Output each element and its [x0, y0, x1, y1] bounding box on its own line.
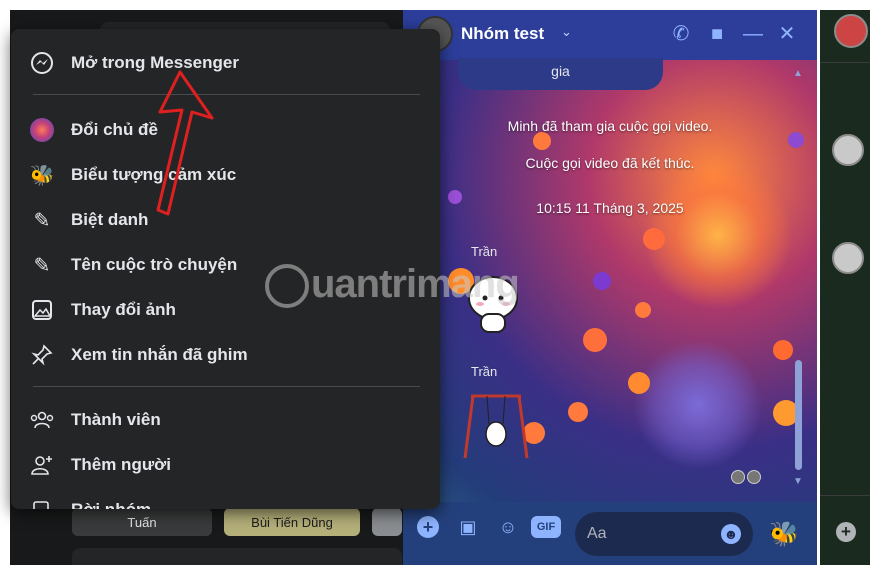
menu-item-emoji[interactable]: 🐝 Biểu tượng cảm xúc — [27, 157, 423, 193]
avatar — [731, 470, 745, 484]
image-icon[interactable]: ▣ — [457, 516, 479, 538]
bee-reaction-icon[interactable]: 🐝 — [769, 520, 799, 549]
scroll-down-icon[interactable]: ▼ — [793, 476, 803, 487]
divider — [820, 62, 870, 63]
avatar[interactable] — [834, 14, 868, 48]
chat-header: Nhóm test ⌄ ✆ ■ — ✕ — [403, 10, 817, 60]
sticker-icon[interactable]: ☺ — [497, 516, 519, 538]
menu-item-members[interactable]: Thành viên — [27, 402, 423, 438]
menu-item-pinned-messages[interactable]: Xem tin nhắn đã ghim — [27, 337, 423, 373]
background-flower — [635, 302, 651, 318]
message-bubble[interactable]: gia — [458, 58, 663, 90]
menu-item-label: Rời nhóm — [71, 500, 151, 509]
feed-card — [72, 548, 402, 565]
avatar[interactable] — [832, 134, 864, 166]
gif-icon[interactable]: GIF — [531, 516, 561, 538]
new-message-icon[interactable]: + — [836, 522, 856, 542]
minimize-icon[interactable]: — — [741, 22, 765, 46]
divider — [820, 495, 870, 496]
sender-name: Trần — [471, 244, 498, 259]
background-flower — [643, 228, 665, 250]
video-camera-icon[interactable]: ■ — [705, 22, 729, 46]
menu-divider — [33, 94, 420, 95]
emoji-icon[interactable]: ☻ — [721, 524, 741, 544]
chevron-down-icon[interactable]: ⌄ — [561, 24, 572, 40]
bulb-icon — [265, 264, 309, 309]
phone-icon[interactable]: ✆ — [669, 22, 693, 46]
avatar[interactable] — [832, 242, 864, 274]
background-flower — [773, 340, 793, 360]
menu-divider — [33, 386, 420, 387]
avatar — [747, 470, 761, 484]
watermark-logo: uantrimang — [265, 262, 520, 309]
sender-name: Trần — [471, 364, 498, 379]
add-person-icon — [27, 450, 57, 480]
contacts-strip: + — [820, 10, 870, 565]
bee-emoji-icon: 🐝 — [29, 164, 55, 187]
feed-pill-1[interactable]: Tuấn — [72, 508, 212, 536]
feed-pill-2[interactable]: Bùi Tiến Dũng — [224, 508, 360, 536]
pin-icon — [27, 340, 57, 370]
menu-item-label: Tên cuộc trò chuyện — [71, 255, 238, 274]
close-icon[interactable]: ✕ — [775, 22, 799, 46]
message-composer: + ▣ ☺ GIF ☻ 🐝 — [403, 502, 817, 565]
annotation-arrow — [156, 70, 214, 216]
background-flower — [568, 402, 588, 422]
pencil-icon: ✎ — [33, 209, 51, 232]
menu-item-nicknames[interactable]: ✎ Biệt danh — [27, 202, 423, 238]
sticker[interactable] — [463, 394, 529, 460]
background-flower — [628, 372, 650, 394]
menu-item-label: Thêm người — [71, 455, 171, 474]
system-message: Minh đã tham gia cuộc gọi video. — [507, 118, 713, 134]
menu-item-label: Biệt danh — [71, 210, 149, 229]
system-message: Cuộc gọi video đã kết thúc. — [525, 155, 695, 171]
feed-pill-3[interactable] — [372, 508, 402, 536]
background-flower — [788, 132, 804, 148]
image-icon — [27, 295, 57, 325]
members-icon — [27, 405, 57, 435]
leave-icon — [27, 495, 57, 509]
background-flower — [633, 340, 763, 470]
menu-item-label: Xem tin nhắn đã ghim — [71, 345, 248, 364]
menu-item-change-theme[interactable]: Đổi chủ đề — [27, 112, 423, 148]
background-flower — [583, 328, 607, 352]
pencil-icon: ✎ — [33, 254, 51, 277]
scroll-up-icon[interactable]: ▲ — [793, 68, 803, 79]
menu-item-label: Thay đổi ảnh — [71, 300, 176, 319]
background-flower — [643, 160, 793, 310]
background-flower — [593, 272, 611, 290]
menu-item-open-messenger[interactable]: Mở trong Messenger — [27, 45, 423, 81]
messenger-icon — [27, 48, 57, 78]
message-timestamp: 10:15 11 Tháng 3, 2025 — [536, 200, 684, 216]
background-flower — [533, 132, 551, 150]
scrollbar[interactable] — [795, 360, 802, 470]
theme-icon — [27, 115, 57, 145]
menu-item-add-people[interactable]: Thêm người — [27, 447, 423, 483]
menu-item-leave-group[interactable]: Rời nhóm — [27, 492, 423, 509]
menu-item-label: Thành viên — [71, 410, 161, 429]
chat-title[interactable]: Nhóm test — [461, 24, 544, 44]
seen-avatars — [731, 470, 765, 486]
plus-icon[interactable]: + — [417, 516, 439, 538]
